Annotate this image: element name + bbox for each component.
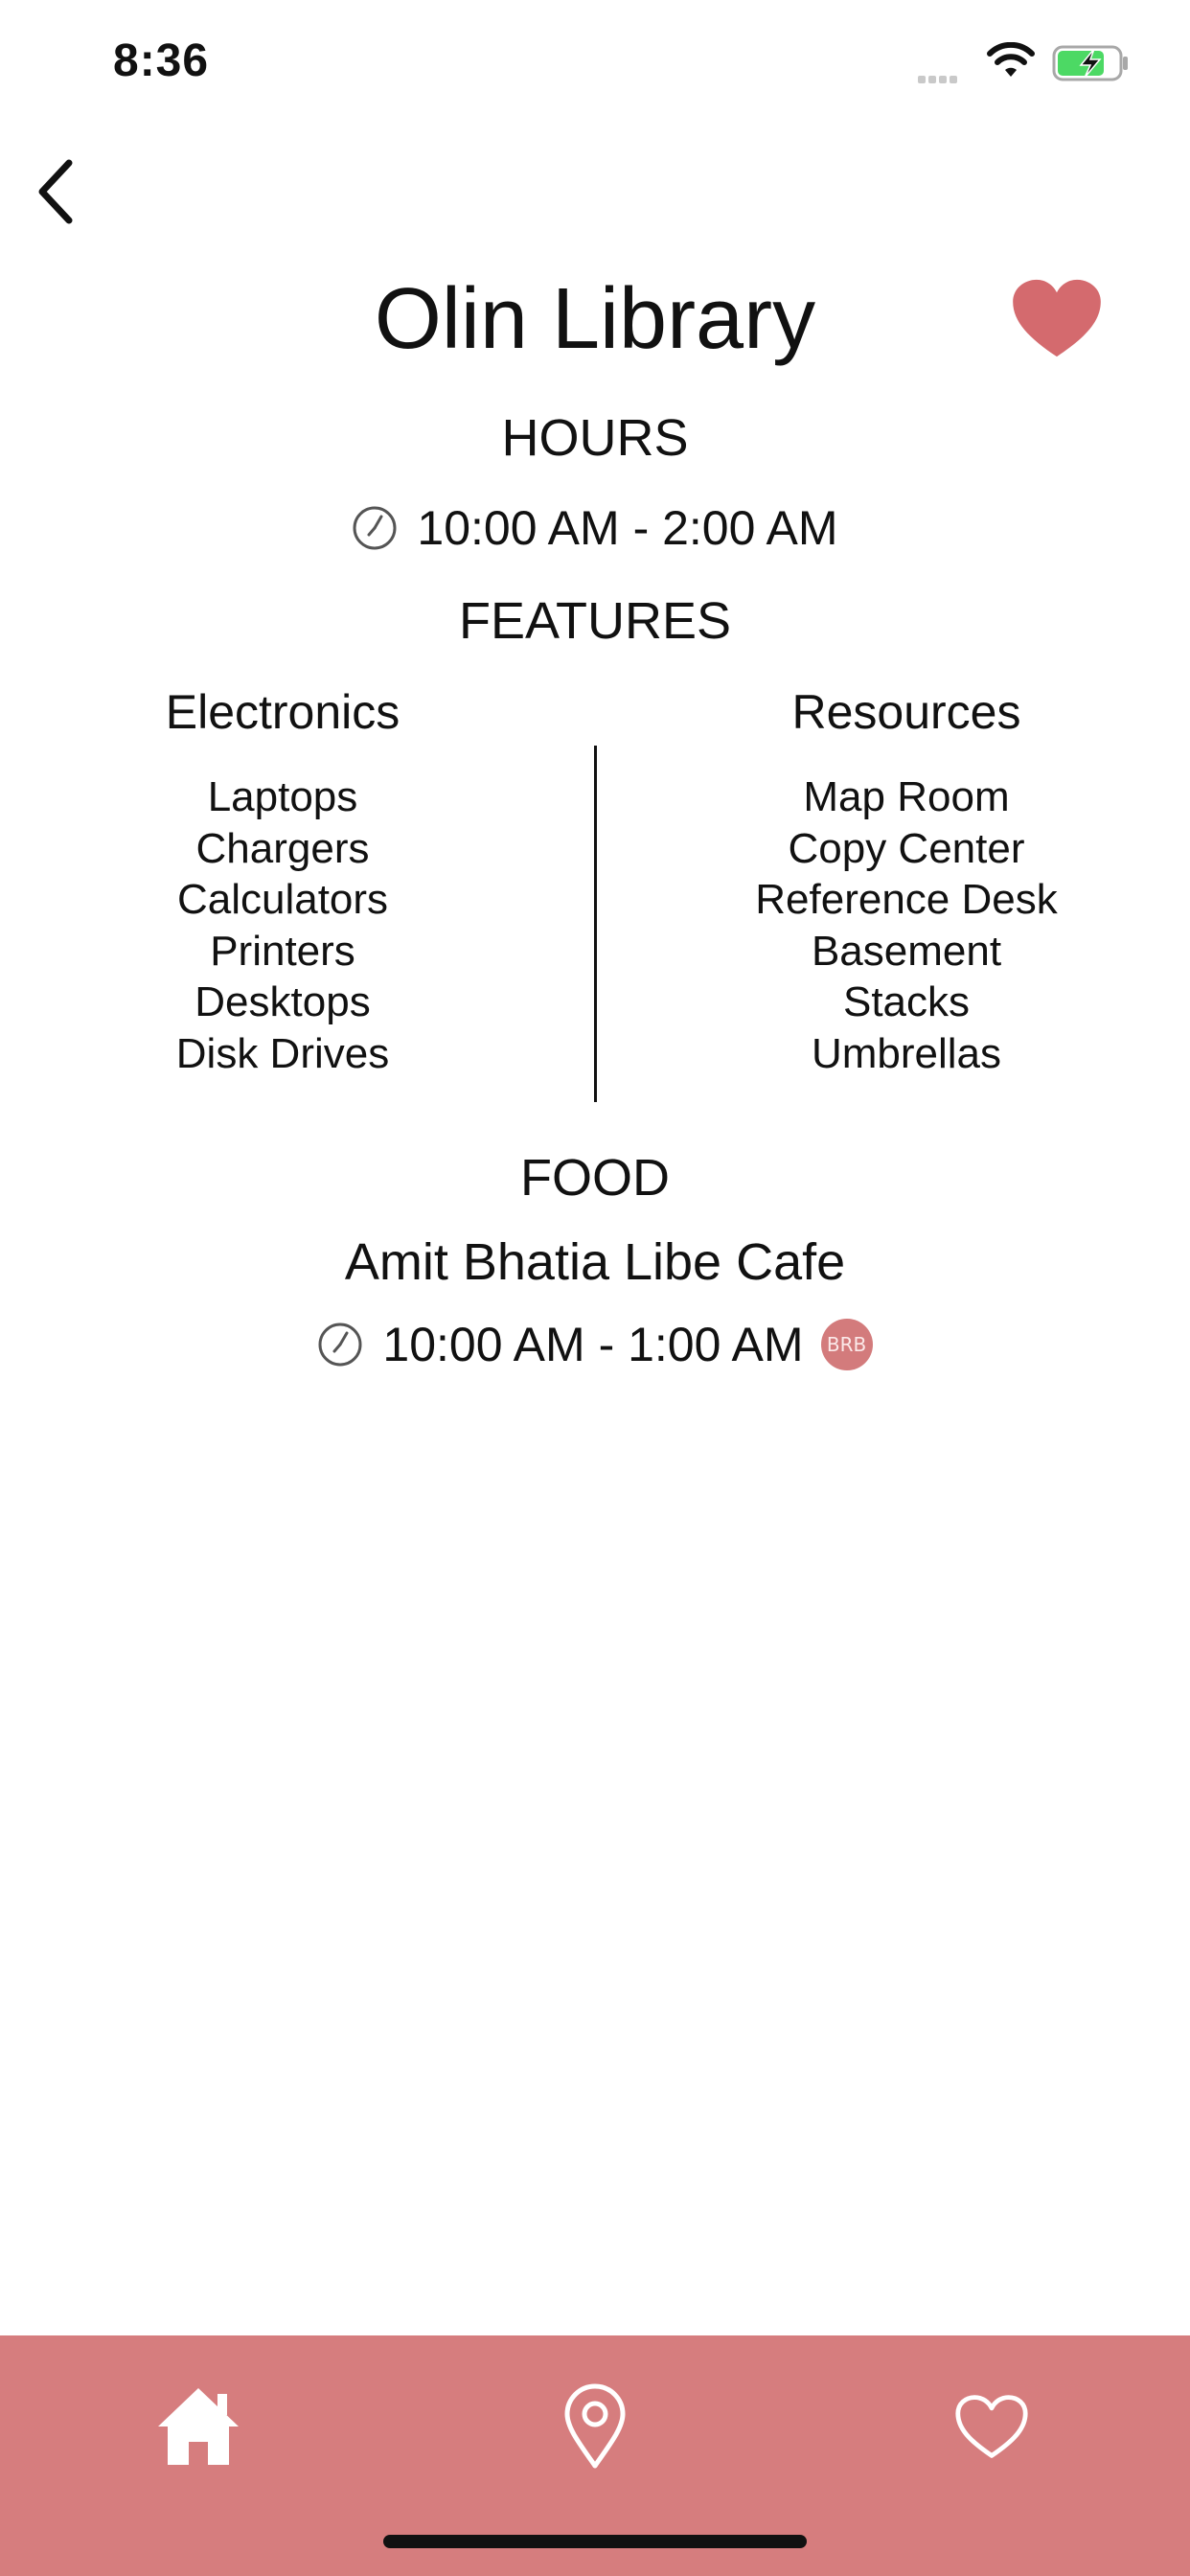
cafe-hours-row: 10:00 AM - 1:00 AM BRB bbox=[0, 1317, 1190, 1372]
clock-icon bbox=[353, 506, 397, 550]
list-item: Printers bbox=[210, 927, 355, 975]
cellular-signal-icon bbox=[918, 71, 960, 88]
brb-badge: BRB bbox=[820, 1319, 873, 1370]
tab-favorites[interactable] bbox=[939, 2374, 1044, 2479]
tab-map[interactable] bbox=[542, 2374, 648, 2479]
status-bar: 8:36 bbox=[0, 0, 1190, 134]
cafe-hours: 10:00 AM - 1:00 AM bbox=[382, 1318, 804, 1371]
list-item: Map Room bbox=[803, 773, 1010, 820]
heart-icon bbox=[955, 2395, 1028, 2458]
list-item: Basement bbox=[811, 927, 1002, 975]
hours-row: 10:00 AM - 2:00 AM bbox=[0, 500, 1190, 556]
resources-column: Resources Map Room Copy Center Reference… bbox=[657, 674, 1156, 1079]
list-item: Stacks bbox=[842, 978, 971, 1025]
hours-heading: HOURS bbox=[501, 409, 689, 467]
list-item: Umbrellas bbox=[811, 1029, 1002, 1077]
resources-title: Resources bbox=[791, 685, 1021, 739]
battery-icon bbox=[1052, 45, 1128, 81]
list-item: Chargers bbox=[195, 824, 370, 872]
features-heading: FEATURES bbox=[458, 592, 732, 650]
clock-icon bbox=[318, 1322, 362, 1367]
wifi-icon bbox=[987, 42, 1035, 77]
list-item: Desktops bbox=[195, 978, 371, 1025]
tab-home[interactable] bbox=[146, 2374, 251, 2479]
status-time: 8:36 bbox=[113, 35, 210, 86]
back-chevron-icon[interactable] bbox=[29, 153, 96, 230]
electronics-column: Electronics Laptops Chargers Calculators… bbox=[34, 674, 532, 1079]
home-icon bbox=[158, 2388, 239, 2465]
favorite-heart-icon[interactable] bbox=[1011, 278, 1103, 358]
list-item: Reference Desk bbox=[755, 876, 1058, 923]
library-hours: 10:00 AM - 2:00 AM bbox=[417, 501, 838, 555]
list-item: Disk Drives bbox=[175, 1029, 390, 1077]
cafe-name: Amit Bhatia Libe Cafe bbox=[344, 1233, 846, 1291]
list-item: Laptops bbox=[207, 773, 358, 820]
list-item: Calculators bbox=[176, 876, 389, 923]
electronics-list: Laptops Chargers Calculators Printers De… bbox=[34, 771, 532, 1079]
resources-list: Map Room Copy Center Reference Desk Base… bbox=[657, 771, 1156, 1079]
list-item: Copy Center bbox=[788, 824, 1025, 872]
column-divider bbox=[594, 746, 597, 1102]
home-indicator[interactable] bbox=[383, 2535, 807, 2548]
location-pin-icon bbox=[564, 2383, 626, 2469]
electronics-title: Electronics bbox=[165, 685, 400, 739]
food-heading: FOOD bbox=[520, 1149, 670, 1207]
